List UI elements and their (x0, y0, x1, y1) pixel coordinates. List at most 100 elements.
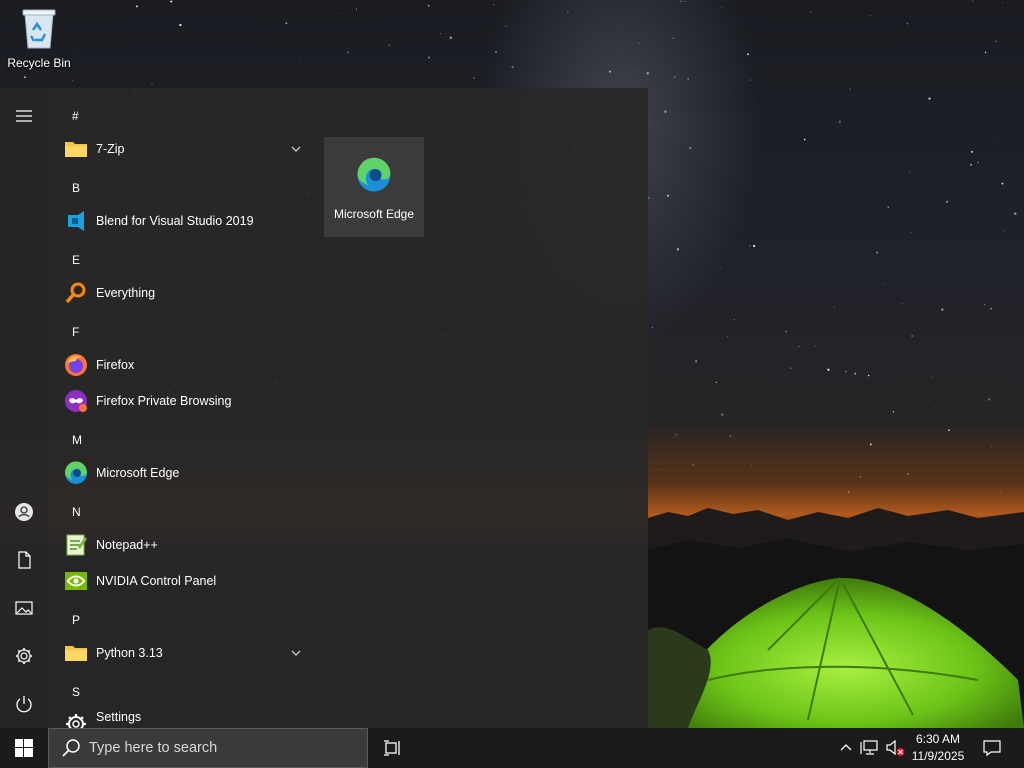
app-label: Firefox (96, 358, 135, 372)
group-header-p[interactable]: P (56, 602, 296, 638)
app-label: NVIDIA Control Panel (96, 574, 217, 588)
tile-microsoft-edge[interactable]: Microsoft Edge (324, 137, 424, 237)
clock[interactable]: 6:30 AM 11/9/2025 (904, 728, 972, 768)
star (785, 330, 787, 333)
star (493, 4, 495, 6)
group-header-label: F (72, 325, 80, 339)
edge-icon (64, 461, 88, 485)
star (511, 65, 514, 68)
group-header-f[interactable]: F (56, 314, 296, 350)
group-header-hash[interactable]: # (56, 98, 296, 134)
action-center-icon (983, 740, 1001, 757)
show-hidden-icons-button[interactable] (836, 728, 856, 768)
show-hidden-icons-chevron-icon (840, 744, 852, 751)
star (854, 372, 857, 375)
group-header-e[interactable]: E (56, 242, 296, 278)
group-header-b[interactable]: B (56, 170, 296, 206)
app-label: Notepad++ (96, 538, 158, 552)
star (907, 473, 909, 475)
group-header-n[interactable]: N (56, 494, 296, 530)
app-item-nvidia-control-panel[interactable]: NVIDIA Control Panel (56, 563, 312, 599)
star (833, 306, 835, 308)
group-header-label: # (72, 109, 79, 123)
task-view-button[interactable] (372, 728, 412, 768)
star (752, 244, 756, 248)
star (749, 245, 751, 247)
settings-gear-icon (16, 648, 32, 664)
expand-menu-button[interactable] (0, 92, 48, 140)
firefox-icon (64, 353, 88, 377)
power-button[interactable] (0, 680, 48, 728)
power-icon (16, 696, 32, 713)
star (672, 436, 674, 438)
star (747, 53, 750, 56)
app-item-settings[interactable]: Settings (56, 699, 312, 728)
everything-search-icon (64, 281, 88, 305)
user-account-button[interactable] (0, 488, 48, 536)
app-item-microsoft-edge[interactable]: Microsoft Edge (56, 455, 312, 491)
star (845, 370, 847, 373)
star (970, 163, 973, 166)
chevron-down-icon[interactable] (290, 647, 302, 659)
app-item-firefox[interactable]: Firefox (56, 347, 312, 383)
star (729, 435, 731, 437)
star (990, 446, 992, 448)
star (827, 368, 830, 371)
star (135, 5, 138, 8)
group-header-m[interactable]: M (56, 422, 296, 458)
star (789, 367, 792, 370)
documents-icon (18, 551, 31, 569)
star (172, 18, 174, 20)
group-header-label: B (72, 181, 81, 195)
star (179, 23, 182, 27)
star (694, 360, 698, 363)
group-header-label: P (72, 613, 81, 627)
star (680, 0, 682, 3)
star (749, 79, 751, 81)
start-menu-rail (0, 88, 48, 728)
star (941, 308, 944, 311)
app-item-everything[interactable]: Everything (56, 275, 312, 311)
star (658, 469, 660, 470)
star (388, 44, 391, 46)
star (1001, 182, 1004, 185)
task-view-icon (384, 740, 400, 756)
windows-logo-icon (15, 739, 33, 757)
star (727, 336, 728, 338)
documents-button[interactable] (0, 536, 48, 584)
star (984, 51, 987, 54)
app-item-blend[interactable]: Blend for Visual Studio 2019 (56, 203, 312, 239)
star (887, 206, 889, 208)
search-icon (62, 739, 80, 757)
star (71, 80, 73, 82)
app-item-firefox-private[interactable]: Firefox Private Browsing (56, 383, 312, 419)
star (988, 398, 991, 401)
app-item-7zip[interactable]: 7-Zip (56, 131, 312, 167)
search-box[interactable]: Type here to search (48, 728, 368, 768)
start-button[interactable] (0, 728, 48, 768)
star (347, 51, 350, 54)
star (814, 345, 816, 347)
recycle-bin-desktop-icon[interactable]: Recycle Bin (4, 4, 74, 76)
user-account-icon (15, 503, 33, 521)
star (994, 40, 997, 43)
star (972, 377, 974, 379)
star (338, 13, 339, 15)
action-center-button[interactable] (978, 728, 1006, 768)
star (838, 120, 841, 123)
star (608, 70, 611, 73)
star (927, 400, 929, 401)
pictures-button[interactable] (0, 584, 48, 632)
network-status-button[interactable] (858, 728, 882, 768)
star (684, 1, 686, 2)
app-label: Blend for Visual Studio 2019 (96, 214, 254, 228)
settings-button[interactable] (0, 632, 48, 680)
star (741, 159, 743, 161)
star (672, 37, 674, 40)
app-item-python[interactable]: Python 3.13 (56, 635, 312, 671)
group-header-label: S (72, 685, 81, 699)
chevron-down-icon[interactable] (290, 143, 302, 155)
volume-button[interactable] (884, 728, 906, 768)
star (809, 67, 810, 69)
app-item-notepad-plus-plus[interactable]: Notepad++ (56, 527, 312, 563)
